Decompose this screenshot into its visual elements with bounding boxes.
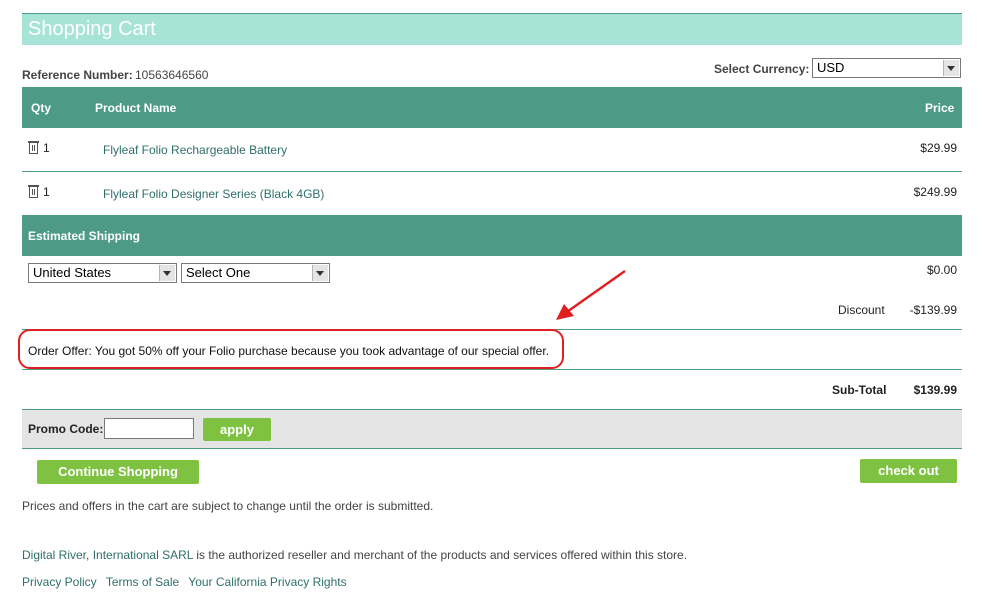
currency-label: Select Currency: <box>714 62 810 76</box>
row-price: $29.99 <box>920 141 957 155</box>
discount-label: Discount <box>838 303 885 317</box>
shipping-cost: $0.00 <box>926 263 957 277</box>
shipping-header <box>22 215 962 256</box>
footer-links: Privacy Policy Terms of Sale Your Califo… <box>22 575 353 589</box>
currency-selected: USD <box>817 60 845 75</box>
subtotal-label: Sub-Total <box>832 383 887 397</box>
reseller-text: is the authorized reseller and merchant … <box>193 548 688 562</box>
california-privacy-link[interactable]: Your California Privacy Rights <box>188 575 346 589</box>
page-header <box>22 14 962 45</box>
shipping-country-select[interactable]: United States <box>28 263 177 283</box>
promo-code-input[interactable] <box>104 418 194 439</box>
terms-of-sale-link[interactable]: Terms of Sale <box>106 575 179 589</box>
annotation-arrow-icon <box>556 269 626 320</box>
reference-label: Reference Number: <box>22 68 133 82</box>
row-qty: 1 <box>43 141 50 155</box>
page-title: Shopping Cart <box>28 18 156 40</box>
shipping-country-selected: United States <box>33 265 112 280</box>
trash-icon[interactable] <box>28 185 39 198</box>
continue-shopping-button[interactable]: Continue Shopping <box>37 460 199 484</box>
annotation-oval <box>18 329 564 369</box>
row-qty: 1 <box>43 185 50 199</box>
product-link-battery[interactable]: Flyleaf Folio Rechargeable Battery <box>103 143 287 157</box>
privacy-policy-link[interactable]: Privacy Policy <box>22 575 97 589</box>
trash-icon[interactable] <box>28 141 39 154</box>
product-column-header: Product Name <box>95 101 177 115</box>
discount-value: -$139.99 <box>909 303 957 317</box>
digital-river-link[interactable]: Digital River <box>22 548 86 562</box>
price-column-header: Price <box>925 101 955 115</box>
qty-column-header: Qty <box>31 101 52 115</box>
reference-number: 10563646560 <box>135 68 209 82</box>
chevron-down-icon[interactable] <box>312 265 328 281</box>
row-divider <box>22 369 962 370</box>
row-price: $249.99 <box>913 185 957 199</box>
international-sarl-link[interactable]: International SARL <box>93 548 193 562</box>
chevron-down-icon[interactable] <box>943 60 959 76</box>
shipping-method-select[interactable]: Select One <box>181 263 330 283</box>
shipping-method-selected: Select One <box>186 265 251 280</box>
currency-select[interactable]: USD <box>812 58 961 78</box>
apply-button[interactable]: apply <box>203 418 271 441</box>
reseller-separator: , <box>86 548 93 562</box>
reseller-note: Digital River, International SARL is the… <box>22 548 687 562</box>
checkout-button[interactable]: check out <box>860 459 957 483</box>
row-divider <box>22 171 962 172</box>
product-link-designer-series[interactable]: Flyleaf Folio Designer Series (Black 4GB… <box>103 187 324 201</box>
shipping-heading: Estimated Shipping <box>28 229 141 243</box>
chevron-down-icon[interactable] <box>159 265 175 281</box>
prices-note: Prices and offers in the cart are subjec… <box>22 499 434 513</box>
promo-label: Promo Code: <box>28 422 104 436</box>
subtotal-value: $139.99 <box>913 383 957 397</box>
